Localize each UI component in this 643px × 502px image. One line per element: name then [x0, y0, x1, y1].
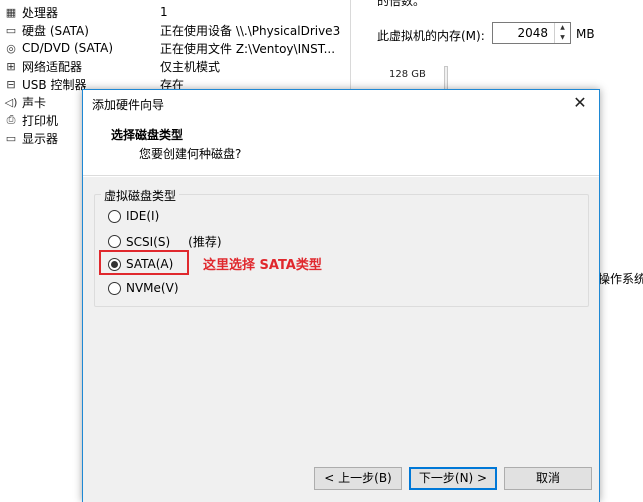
dialog-body: 虚拟磁盘类型 IDE(I) SCSI(S) (推荐) SATA(A) NVMe(…: [83, 177, 599, 457]
back-button[interactable]: < 上一步(B): [314, 467, 402, 490]
cd-dvd-icon: ◎: [6, 41, 16, 55]
hardware-row-cd-dvd[interactable]: ◎ CD/DVD (SATA) 正在使用文件 Z:\Ventoy\INST...: [0, 39, 350, 57]
network-adapter-icon: ⊞: [6, 59, 16, 73]
add-hardware-wizard-dialog: 添加硬件向导 ✕ 选择磁盘类型 您要创建何种磁盘? 虚拟磁盘类型 IDE(I) …: [82, 89, 600, 502]
memory-value: 2048: [517, 26, 548, 40]
hardware-row-network-adapter[interactable]: ⊞ 网络适配器 仅主机模式: [0, 57, 350, 75]
hardware-row-cpu[interactable]: ▦ 处理器 1: [0, 3, 350, 21]
hardware-name: USB 控制器: [22, 77, 87, 92]
dialog-footer: < 上一步(B) 下一步(N) > 取消: [83, 457, 599, 502]
hardware-row-hard-disk[interactable]: ▭ 硬盘 (SATA) 正在使用设备 \\.\PhysicalDrive3: [0, 21, 350, 39]
hardware-name: 打印机: [22, 113, 59, 128]
cancel-button[interactable]: 取消: [504, 467, 592, 490]
radio-ide[interactable]: IDE(I): [108, 209, 159, 223]
hardware-name: 硬盘 (SATA): [22, 23, 89, 38]
memory-input[interactable]: 2048 ▲ ▼: [492, 22, 571, 44]
memory-label: 此虚拟机的内存(M):: [377, 29, 485, 43]
radio-button[interactable]: [108, 281, 121, 295]
hardware-row-sound-card[interactable]: ◁) 声卡: [0, 93, 82, 111]
hardware-summary: 正在使用文件 Z:\Ventoy\INST...: [160, 41, 336, 56]
group-label: 虚拟磁盘类型: [101, 187, 180, 204]
radio-button[interactable]: [108, 209, 121, 223]
radio-button[interactable]: [108, 235, 121, 248]
os-text: 操作系统: [598, 272, 643, 286]
display-icon: ▭: [5, 131, 17, 145]
header-subtitle: 您要创建何种磁盘?: [139, 147, 242, 161]
hardware-summary: 正在使用设备 \\.\PhysicalDrive3: [160, 23, 341, 38]
hardware-name: 声卡: [22, 95, 47, 110]
usb-icon: ⊟: [6, 77, 16, 91]
hardware-name: 显示器: [22, 131, 59, 146]
recommended-text: (推荐): [188, 235, 222, 249]
radio-label: NVMe(V): [126, 281, 179, 295]
cpu-icon: ▦: [5, 5, 17, 19]
memory-unit: MB: [576, 27, 595, 41]
hardware-summary: 仅主机模式: [160, 59, 221, 74]
radio-label: IDE(I): [126, 209, 160, 223]
hardware-name: 网络适配器: [22, 59, 83, 74]
dialog-titlebar[interactable]: 添加硬件向导 ✕: [83, 90, 599, 116]
radio-scsi[interactable]: SCSI(S) (推荐): [108, 233, 222, 250]
annotation-text: 这里选择 SATA类型: [203, 258, 322, 273]
hardware-row-printer[interactable]: ⎙ 打印机: [0, 111, 82, 129]
printer-icon: ⎙: [6, 113, 16, 126]
hardware-summary: 1: [160, 5, 168, 19]
sound-card-icon: ◁): [4, 95, 18, 109]
dialog-header: 选择磁盘类型 您要创建何种磁盘?: [83, 116, 599, 176]
hardware-name: CD/DVD (SATA): [22, 41, 114, 55]
radio-nvme[interactable]: NVMe(V): [108, 281, 179, 295]
hardware-name: 处理器: [22, 5, 59, 20]
next-button[interactable]: 下一步(N) >: [409, 467, 497, 490]
memory-hint-text: 的倍数。: [377, 0, 426, 8]
annotation-highlight-box: [99, 250, 189, 275]
memory-spinner[interactable]: ▲ ▼: [554, 23, 570, 43]
header-title: 选择磁盘类型: [111, 128, 184, 142]
radio-label: SCSI(S): [126, 234, 171, 249]
memory-scale-max: 128 GB: [389, 69, 426, 80]
hardware-row-display[interactable]: ▭ 显示器: [0, 129, 82, 147]
hard-disk-icon: ▭: [5, 23, 17, 37]
dialog-title: 添加硬件向导: [92, 98, 165, 112]
close-icon[interactable]: ✕: [569, 92, 591, 114]
